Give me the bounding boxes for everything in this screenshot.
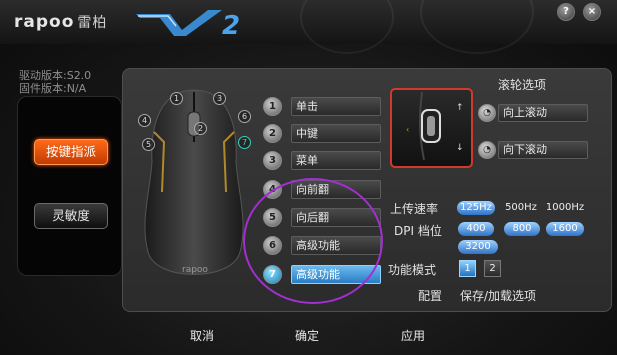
- report-rate-125[interactable]: 125Hz: [457, 201, 495, 215]
- scroll-up-field[interactable]: 向上滚动: [498, 104, 588, 122]
- scroll-down-field[interactable]: 向下滚动: [498, 141, 588, 159]
- button-number-badge: 1: [263, 97, 282, 116]
- scroll-wheel-icon: ↑ ↓ ‹: [390, 88, 473, 168]
- mode-1-button[interactable]: 1: [459, 260, 476, 277]
- svg-text:↑: ↑: [456, 103, 464, 113]
- apply-button[interactable]: 应用: [401, 327, 425, 344]
- decorative-swirl: [420, 0, 534, 54]
- report-rate-label: 上传速率: [390, 202, 439, 216]
- button-number-badge: 7: [263, 265, 282, 284]
- brand-name-cn: 雷柏: [77, 15, 108, 31]
- button-number-badge: 4: [263, 180, 282, 199]
- dpi-label: DPI 档位: [394, 224, 442, 238]
- dpi-1600[interactable]: 1600: [546, 222, 584, 236]
- mouse-callout-4: 4: [138, 114, 151, 127]
- report-rate-1000[interactable]: 1000Hz: [543, 201, 587, 215]
- mouse-callout-2: 2: [194, 122, 207, 135]
- scroll-down-icon: ◔: [478, 141, 496, 159]
- dpi-800[interactable]: 800: [504, 222, 540, 236]
- dpi-400[interactable]: 400: [458, 222, 494, 236]
- svg-text:↓: ↓: [456, 143, 464, 153]
- mouse-callout-3: 3: [213, 92, 226, 105]
- mouse-callout-1: 1: [170, 92, 183, 105]
- brand-name: rapoo: [14, 12, 75, 32]
- button-number-badge: 5: [263, 208, 282, 227]
- button-number-badge: 2: [263, 124, 282, 143]
- app-window: rapoo 雷柏 2 ? × 驱动版本:S2.0 固件版本:N/A 按键指派 灵敏…: [0, 0, 617, 355]
- button-function-field[interactable]: 向后翻: [291, 208, 381, 227]
- button-assign-tab[interactable]: 按键指派: [34, 139, 108, 165]
- svg-text:‹: ‹: [406, 125, 409, 134]
- scroll-options-title: 滚轮选项: [498, 78, 547, 92]
- button-function-field-selected[interactable]: 高级功能: [291, 265, 381, 284]
- sensitivity-tab[interactable]: 灵敏度: [34, 203, 108, 229]
- brand-logo: rapoo 雷柏: [14, 12, 107, 32]
- product-logo-icon: 2: [136, 10, 240, 38]
- help-button[interactable]: ?: [557, 3, 575, 21]
- svg-text:2: 2: [222, 11, 240, 38]
- button-number-badge: 6: [263, 236, 282, 255]
- mode-label: 功能模式: [388, 263, 437, 277]
- button-function-field[interactable]: 菜单: [291, 151, 381, 170]
- close-button[interactable]: ×: [583, 3, 601, 21]
- firmware-version: 固件版本:N/A: [19, 82, 87, 95]
- scroll-up-icon: ◔: [478, 104, 496, 122]
- mouse-callout-7: 7: [238, 136, 251, 149]
- navigation-panel: 按键指派 灵敏度: [17, 96, 122, 276]
- button-function-field[interactable]: 高级功能: [291, 236, 381, 255]
- mode-2-button[interactable]: 2: [484, 260, 501, 277]
- decorative-swirl: [300, 0, 394, 54]
- config-save-load-link[interactable]: 保存/加载选项: [460, 287, 536, 304]
- mouse-logo: rapoo: [182, 265, 208, 275]
- button-number-badge: 3: [263, 151, 282, 170]
- dpi-3200[interactable]: 3200: [458, 240, 498, 254]
- button-function-field[interactable]: 向前翻: [291, 180, 381, 199]
- cancel-button[interactable]: 取消: [190, 327, 214, 344]
- title-bar[interactable]: rapoo 雷柏 2 ? ×: [0, 0, 617, 54]
- ok-button[interactable]: 确定: [295, 327, 319, 344]
- button-function-field[interactable]: 单击: [291, 97, 381, 116]
- mouse-callout-5: 5: [142, 138, 155, 151]
- config-label: 配置: [418, 289, 443, 303]
- mouse-callout-6: 6: [238, 110, 251, 123]
- button-function-field[interactable]: 中键: [291, 124, 381, 143]
- report-rate-500[interactable]: 500Hz: [502, 201, 540, 215]
